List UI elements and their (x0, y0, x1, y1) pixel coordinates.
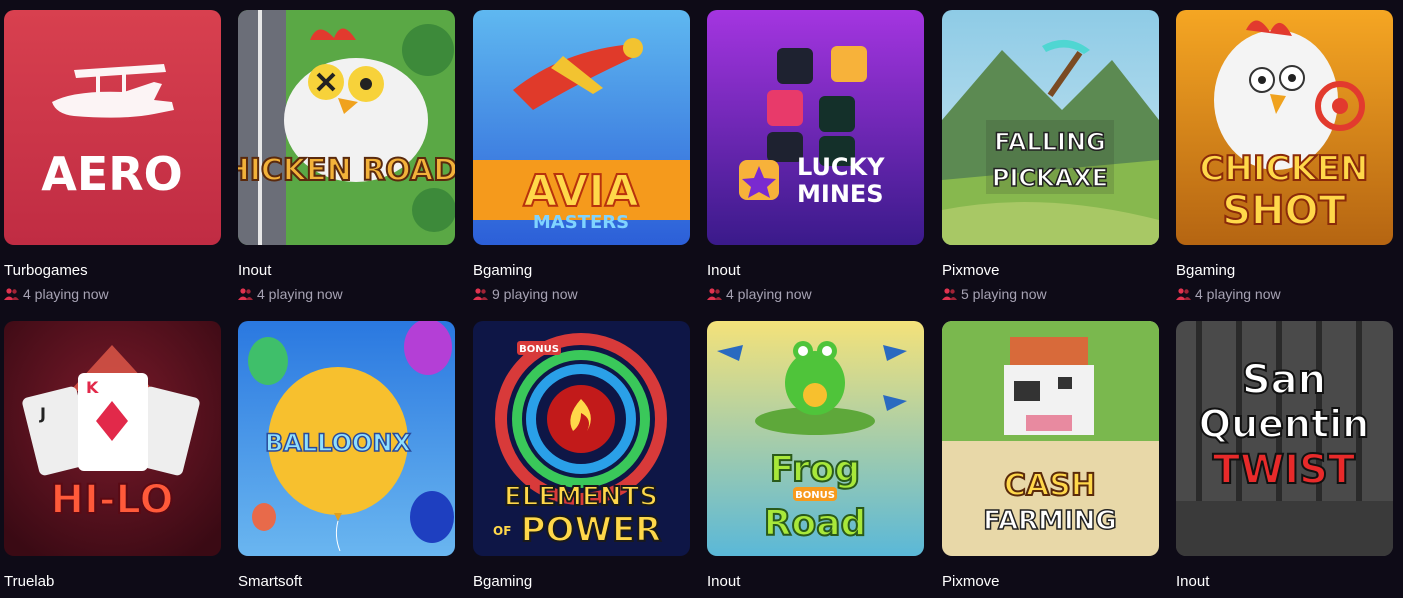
frog-icon (785, 341, 845, 415)
game-title-art: BALLOONX (265, 429, 411, 457)
game-thumbnail[interactable]: BALLOONX (238, 321, 455, 556)
game-subtitle-art: POWER (521, 510, 662, 550)
game-title-art: AVIA (523, 166, 639, 217)
game-title-art: AERO (41, 147, 183, 201)
game-thumbnail[interactable]: FALLING PICKAXE (942, 10, 1159, 245)
players-text: 4 playing now (1195, 286, 1281, 302)
game-subtitle2-art: TWIST (1213, 447, 1356, 493)
chicken-shot-artwork: CHICKEN SHOT (1176, 10, 1393, 245)
players-text: 5 playing now (961, 286, 1047, 302)
users-icon (707, 288, 722, 300)
users-icon (942, 288, 957, 300)
hi-lo-artwork: J K HI-LO (4, 321, 221, 556)
players-text: 9 playing now (492, 286, 578, 302)
game-title-art: Frog (770, 449, 861, 490)
game-subtitle-art: PICKAXE (992, 164, 1108, 192)
game-thumbnail[interactable]: BONUS ELEMENTS OF POWER (473, 321, 690, 556)
game-subtitle-art: MASTERS (533, 212, 629, 233)
game-subtitle-art: FARMING (983, 506, 1117, 536)
lucky-mines-artwork: LUCKY MINES (707, 10, 924, 245)
game-title-art: ELEMENTS (504, 482, 658, 512)
players-count: 5 playing now (942, 286, 1047, 302)
game-subtitle-art: SHOT (1222, 188, 1346, 234)
game-thumbnail[interactable]: J K HI-LO (4, 321, 221, 556)
players-count: 4 playing now (707, 286, 812, 302)
users-icon (1176, 288, 1191, 300)
cow-icon (1004, 337, 1094, 435)
game-title-art: LUCKY (797, 153, 885, 181)
bonus-badge: BONUS (519, 344, 559, 355)
star-icon (739, 160, 779, 200)
provider-name[interactable]: Bgaming (1176, 262, 1235, 279)
game-thumbnail[interactable]: LUCKY MINES (707, 10, 924, 245)
provider-name[interactable]: Pixmove (942, 573, 1000, 590)
game-thumbnail[interactable]: CHICKEN SHOT (1176, 10, 1393, 245)
game-title-art: FALLING (994, 128, 1106, 156)
game-title-art: CASH (1004, 468, 1096, 503)
users-icon (4, 288, 19, 300)
players-count: 9 playing now (473, 286, 578, 302)
aero-artwork: AERO (4, 10, 221, 245)
game-title-art: CHICKEN (1199, 149, 1368, 189)
game-thumbnail[interactable]: AVIA MASTERS (473, 10, 690, 245)
game-thumbnail[interactable]: San Quentin TWIST (1176, 321, 1393, 556)
players-count: 4 playing now (238, 286, 343, 302)
game-grid: AERO Turbogames 4 playing now ICKEN ROAD… (0, 0, 1403, 598)
falling-pickaxe-artwork: FALLING PICKAXE (942, 10, 1159, 245)
game-thumbnail[interactable]: Frog BONUS Road (707, 321, 924, 556)
provider-name[interactable]: Inout (1176, 573, 1209, 590)
card-rank-center: K (86, 378, 99, 397)
game-thumbnail[interactable]: AERO (4, 10, 221, 245)
users-icon (473, 288, 488, 300)
game-thumbnail[interactable]: CHICKEN ROAD 2 (238, 10, 455, 245)
elements-of-power-artwork: BONUS ELEMENTS OF POWER (473, 321, 690, 556)
game-thumbnail[interactable]: CASH FARMING (942, 321, 1159, 556)
game-subtitle-art: Quentin (1199, 402, 1369, 446)
provider-name[interactable]: Truelab (4, 573, 54, 590)
players-text: 4 playing now (23, 286, 109, 302)
provider-name[interactable]: Inout (707, 573, 740, 590)
provider-name[interactable]: Bgaming (473, 573, 532, 590)
provider-name[interactable]: Smartsoft (238, 573, 302, 590)
provider-name[interactable]: Turbogames (4, 262, 88, 279)
cash-farming-artwork: CASH FARMING (942, 321, 1159, 556)
game-title-art: CHICKEN ROAD 2 (238, 153, 455, 188)
frog-road-artwork: Frog BONUS Road (707, 321, 924, 556)
san-quentin-artwork: San Quentin TWIST (1176, 321, 1393, 556)
players-count: 4 playing now (1176, 286, 1281, 302)
players-text: 4 playing now (726, 286, 812, 302)
game-title-art: HI-LO (50, 477, 173, 523)
game-title-art: San (1242, 357, 1326, 403)
avia-masters-artwork: AVIA MASTERS (473, 10, 690, 245)
balloonx-artwork: BALLOONX (238, 321, 455, 556)
provider-name[interactable]: Bgaming (473, 262, 532, 279)
provider-name[interactable]: Pixmove (942, 262, 1000, 279)
game-subtitle-small-art: OF (493, 524, 511, 538)
provider-name[interactable]: Inout (238, 262, 271, 279)
players-text: 4 playing now (257, 286, 343, 302)
users-icon (238, 288, 253, 300)
players-count: 4 playing now (4, 286, 109, 302)
game-subtitle-art: Road (764, 503, 867, 544)
card-rank-left: J (39, 404, 46, 423)
bonus-badge: BONUS (795, 490, 835, 501)
provider-name[interactable]: Inout (707, 262, 740, 279)
game-subtitle-art: MINES (797, 180, 884, 208)
chicken-road-artwork: CHICKEN ROAD 2 (238, 10, 455, 245)
